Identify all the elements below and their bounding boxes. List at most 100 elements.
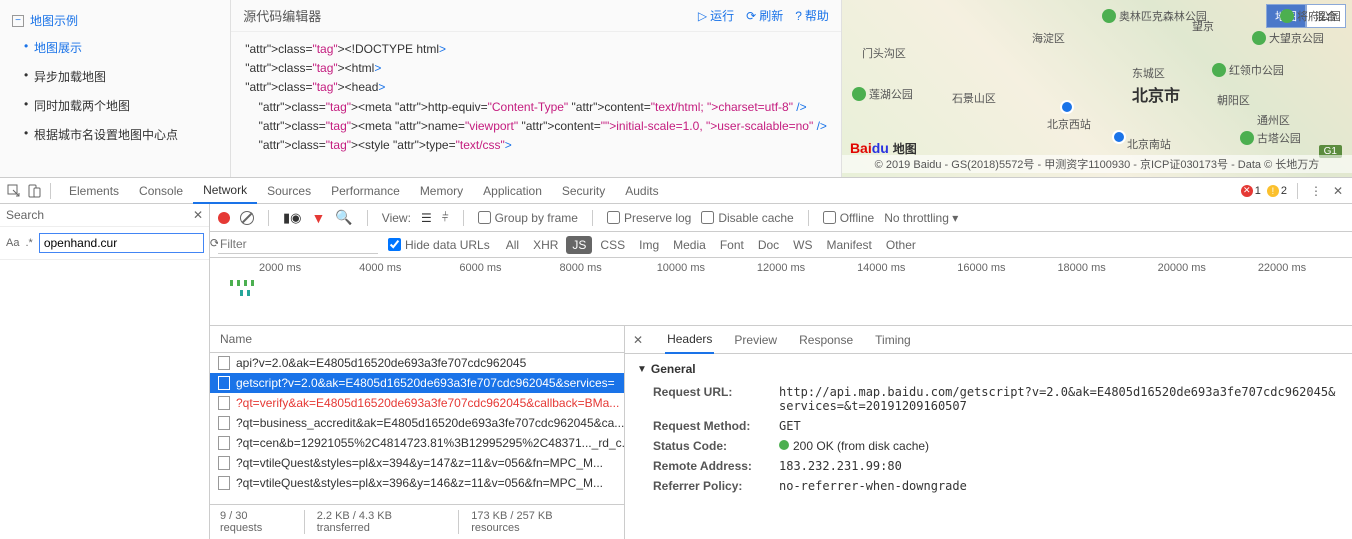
help-button[interactable]: ?帮助 (795, 7, 829, 24)
map-preview[interactable]: 地图 混合 北京市 门头沟区莲湖公园海淀区石景山区北京西站北京南站奥林匹克森林公… (842, 0, 1352, 177)
example-tree: − 地图示例 地图展示异步加载地图同时加载两个地图根据城市名设置地图中心点 (0, 0, 231, 177)
record-button[interactable] (218, 212, 230, 224)
code-area[interactable]: "attr">class="tag"><!DOCTYPE html>"attr"… (231, 32, 841, 177)
timeline-tick: 16000 ms (931, 262, 1031, 274)
case-toggle[interactable]: Aa (6, 237, 19, 249)
request-row[interactable]: ?qt=vtileQuest&styles=pl&x=396&y=146&z=1… (210, 473, 624, 493)
filter-pill-js[interactable]: JS (566, 236, 592, 254)
map-label: 莲湖公园 (852, 86, 913, 102)
devtools-tab-network[interactable]: Network (193, 178, 257, 204)
detail-tab-response[interactable]: Response (797, 326, 855, 354)
map-copyright: © 2019 Baidu - GS(2018)5572号 - 甲测资字11009… (842, 155, 1352, 173)
tree-item[interactable]: 地图展示 (0, 33, 230, 62)
kebab-icon[interactable]: ⋮ (1308, 183, 1324, 199)
file-icon (218, 356, 230, 370)
devtools-tab-security[interactable]: Security (552, 178, 615, 204)
offline-check[interactable]: Offline (823, 211, 874, 225)
filter-pill-ws[interactable]: WS (787, 236, 818, 254)
tree-item[interactable]: 同时加载两个地图 (0, 91, 230, 120)
inspect-icon[interactable] (6, 183, 22, 199)
devtools-tab-memory[interactable]: Memory (410, 178, 473, 204)
regex-toggle[interactable]: .* (25, 237, 32, 249)
filter-pill-font[interactable]: Font (714, 236, 750, 254)
hide-data-urls-check[interactable]: Hide data URLs (388, 238, 490, 252)
clear-button[interactable] (240, 211, 254, 225)
timeline-tick: 2000 ms (230, 262, 330, 274)
throttling-select[interactable]: No throttling ▾ (884, 211, 958, 225)
detail-tab-timing[interactable]: Timing (873, 326, 913, 354)
filter-pill-other[interactable]: Other (880, 236, 922, 254)
error-count[interactable]: ✕1 (1241, 185, 1261, 197)
devtools-tab-application[interactable]: Application (473, 178, 552, 204)
large-rows-icon[interactable]: ☰ (421, 211, 432, 225)
search-icon[interactable]: 🔍 (335, 209, 352, 226)
request-row[interactable]: ?qt=verify&ak=E4805d16520de693a3fe707cdc… (210, 393, 624, 413)
park-icon (1102, 9, 1116, 23)
detail-tab-preview[interactable]: Preview (732, 326, 779, 354)
preserve-log-check[interactable]: Preserve log (607, 211, 691, 225)
refresh-icon: ⟳ (746, 9, 756, 23)
park-icon (1240, 131, 1254, 145)
search-panel: Search ✕ Aa .* ⟳ ⊘ (0, 204, 210, 539)
status-dot-icon (779, 440, 789, 450)
timeline[interactable]: 2000 ms4000 ms6000 ms8000 ms10000 ms1200… (210, 258, 1352, 326)
request-row[interactable]: ?qt=vtileQuest&styles=pl&x=394&y=147&z=1… (210, 453, 624, 473)
name-column-header[interactable]: Name (210, 326, 624, 353)
devtools: ElementsConsoleNetworkSourcesPerformance… (0, 178, 1352, 539)
filter-input[interactable] (218, 235, 378, 254)
close-detail-icon[interactable]: ✕ (633, 333, 643, 347)
tree-item[interactable]: 根据城市名设置地图中心点 (0, 120, 230, 149)
filter-pill-manifest[interactable]: Manifest (821, 236, 878, 254)
warning-count[interactable]: !2 (1267, 185, 1287, 197)
filter-pill-doc[interactable]: Doc (752, 236, 785, 254)
collapse-icon[interactable]: − (12, 15, 24, 27)
network-toolbar: ▮◉ ▼ 🔍 View: ☰ ⫩ Group by frame Preserve… (210, 204, 1352, 232)
request-row[interactable]: api?v=2.0&ak=E4805d16520de693a3fe707cdc9… (210, 353, 624, 373)
screenshot-icon[interactable]: ▮◉ (283, 210, 302, 226)
tree-root-label: 地图示例 (30, 12, 78, 29)
request-row[interactable]: ?qt=business_accredit&ak=E4805d16520de69… (210, 413, 624, 433)
filter-pill-media[interactable]: Media (667, 236, 712, 254)
tree-item[interactable]: 异步加载地图 (0, 62, 230, 91)
file-icon (218, 456, 230, 470)
devtools-tab-performance[interactable]: Performance (321, 178, 410, 204)
timeline-tick: 12000 ms (731, 262, 831, 274)
network-footer: 9 / 30 requests 2.2 KB / 4.3 KB transfer… (210, 504, 624, 539)
detail-tab-headers[interactable]: Headers (665, 326, 714, 354)
run-button[interactable]: ▷运行 (698, 7, 734, 24)
filter-pill-img[interactable]: Img (633, 236, 665, 254)
file-icon (218, 376, 230, 390)
general-section[interactable]: ▼General (637, 362, 1340, 376)
devtools-tab-elements[interactable]: Elements (59, 178, 129, 204)
editor-title: 源代码编辑器 (243, 6, 321, 25)
status-code: 200 OK (from disk cache) (779, 439, 929, 453)
filter-icon[interactable]: ▼ (312, 210, 326, 226)
devtools-tab-sources[interactable]: Sources (257, 178, 321, 204)
timeline-tick: 22000 ms (1232, 262, 1332, 274)
map-pin-icon (1060, 100, 1074, 114)
tree-root[interactable]: − 地图示例 (0, 8, 230, 33)
timeline-tick: 4000 ms (330, 262, 430, 274)
request-row[interactable]: getscript?v=2.0&ak=E4805d16520de693a3fe7… (210, 373, 624, 393)
request-row[interactable]: ?qt=cen&b=12921055%2C4814723.81%3B129952… (210, 433, 624, 453)
close-search-icon[interactable]: ✕ (193, 208, 203, 222)
timeline-tick: 18000 ms (1032, 262, 1132, 274)
view-label: View: (382, 211, 411, 225)
search-input[interactable] (39, 233, 204, 253)
filter-pill-all[interactable]: All (500, 236, 525, 254)
device-icon[interactable] (26, 183, 42, 199)
help-icon: ? (795, 9, 802, 23)
park-icon (1252, 31, 1266, 45)
refresh-button[interactable]: ⟳刷新 (746, 7, 783, 24)
search-title: Search (6, 208, 189, 222)
filter-pill-xhr[interactable]: XHR (527, 236, 564, 254)
remote-address: 183.232.231.99:80 (779, 459, 902, 473)
overview-icon[interactable]: ⫩ (442, 210, 449, 225)
map-label: 通州区 (1257, 112, 1290, 128)
close-devtools-icon[interactable]: ✕ (1330, 183, 1346, 199)
disable-cache-check[interactable]: Disable cache (701, 211, 793, 225)
devtools-tab-console[interactable]: Console (129, 178, 193, 204)
group-by-frame-check[interactable]: Group by frame (478, 211, 578, 225)
filter-pill-css[interactable]: CSS (594, 236, 631, 254)
devtools-tab-audits[interactable]: Audits (615, 178, 668, 204)
